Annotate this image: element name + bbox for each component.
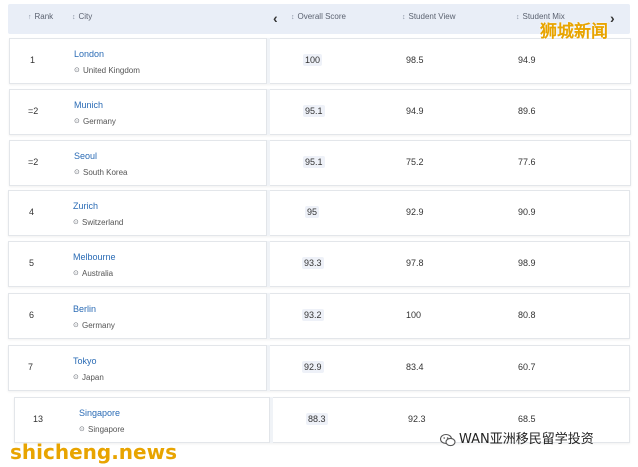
- rank-value: =2: [28, 106, 39, 116]
- location-pin-icon: ⊙: [73, 270, 79, 277]
- overall-score: 88.3: [306, 413, 328, 425]
- student-view-score: 92.3: [408, 414, 426, 424]
- table-row: 5 Melbourne ⊙ Australia 93.3 97.8 98.9: [8, 241, 630, 287]
- country-label: Japan: [82, 373, 104, 382]
- city-link[interactable]: Tokyo: [73, 356, 97, 366]
- rank-value: 6: [29, 310, 35, 320]
- table-header: ↑ Rank ↕ City ‹ ↕ Overall Score ↕ Student Vi…: [8, 4, 630, 34]
- watermark-text: WAN亚洲移民留学投资: [459, 432, 594, 447]
- student-view-score: 100: [406, 310, 422, 320]
- location-pin-icon: ⊙: [74, 169, 80, 176]
- watermark-top: 狮城新闻: [540, 22, 608, 42]
- student-view-score: 94.9: [406, 106, 424, 116]
- student-view-score: 98.5: [406, 55, 424, 65]
- country-label: South Korea: [83, 168, 128, 177]
- overall-score: 95.1: [303, 105, 325, 117]
- location-pin-icon: ⊙: [73, 219, 79, 226]
- student-mix-score: 94.9: [518, 55, 536, 65]
- table-row: =2 Munich ⊙ Germany 95.1 94.9 89.6: [9, 89, 631, 135]
- sort-arrow-icon: ↕: [291, 14, 295, 21]
- location-pin-icon: ⊙: [74, 118, 80, 125]
- country-label: Germany: [83, 117, 116, 126]
- column-divider: [266, 89, 270, 135]
- sort-arrow-icon: ↑: [28, 14, 32, 21]
- wechat-icon: [440, 433, 456, 446]
- table-row: 1 London ⊙ United Kingdom 100 98.5 94.9: [9, 38, 631, 84]
- column-divider: [266, 345, 270, 391]
- country-label: Germany: [82, 321, 115, 330]
- overall-score: 93.2: [302, 309, 324, 321]
- student-mix-score: 60.7: [518, 362, 536, 372]
- table-row: 4 Zurich ⊙ Switzerland 95 92.9 90.9: [8, 190, 630, 236]
- column-header-rank[interactable]: ↑ Rank: [28, 12, 53, 21]
- rank-value: 1: [30, 55, 36, 65]
- student-view-score: 97.8: [406, 258, 424, 268]
- table-row: =2 Seoul ⊙ South Korea 95.1 75.2 77.6: [9, 140, 631, 186]
- table-row: 6 Berlin ⊙ Germany 93.2 100 80.8: [8, 293, 630, 339]
- column-header-student-view[interactable]: ↕ Student View: [402, 12, 456, 21]
- city-link[interactable]: Zurich: [73, 201, 98, 211]
- city-link[interactable]: Singapore: [79, 408, 120, 418]
- overall-score: 95: [305, 206, 320, 218]
- column-header-city[interactable]: ↕ City: [72, 12, 92, 21]
- column-header-overall-score[interactable]: ↕ Overall Score: [291, 12, 346, 21]
- column-divider: [266, 241, 270, 287]
- column-divider: [266, 140, 270, 186]
- watermark-bottom-left: shicheng.news: [10, 440, 177, 464]
- overall-score: 92.9: [302, 361, 324, 373]
- column-divider: [269, 397, 273, 443]
- rank-value: 7: [28, 362, 34, 372]
- watermark-bottom-right: WAN亚洲移民留学投资: [440, 428, 594, 447]
- city-link[interactable]: Munich: [74, 100, 103, 110]
- rank-value: 5: [29, 258, 35, 268]
- country-label: Singapore: [88, 425, 125, 434]
- student-view-score: 92.9: [406, 207, 424, 217]
- table-row: 7 Tokyo ⊙ Japan 92.9 83.4 60.7: [8, 345, 630, 391]
- student-mix-score: 90.9: [518, 207, 536, 217]
- column-divider: [266, 190, 270, 236]
- column-divider: [266, 38, 270, 84]
- location-pin-icon: ⊙: [73, 322, 79, 329]
- student-mix-score: 89.6: [518, 106, 536, 116]
- overall-score: 93.3: [302, 257, 324, 269]
- student-mix-score: 77.6: [518, 157, 536, 167]
- location-pin-icon: ⊙: [79, 426, 85, 433]
- sort-arrow-icon: ↕: [516, 14, 520, 21]
- student-mix-score: 98.9: [518, 258, 536, 268]
- location-pin-icon: ⊙: [74, 67, 80, 74]
- rank-value: 4: [29, 207, 35, 217]
- student-mix-score: 68.5: [518, 414, 536, 424]
- chevron-right-icon[interactable]: ›: [610, 10, 615, 26]
- student-view-score: 83.4: [406, 362, 424, 372]
- city-link[interactable]: Seoul: [74, 151, 97, 161]
- country-label: United Kingdom: [83, 66, 140, 75]
- overall-score: 100: [303, 54, 323, 66]
- overall-score: 95.1: [303, 156, 325, 168]
- student-mix-score: 80.8: [518, 310, 536, 320]
- student-view-score: 75.2: [406, 157, 424, 167]
- sort-arrow-icon: ↕: [72, 14, 76, 21]
- sort-arrow-icon: ↕: [402, 14, 406, 21]
- city-link[interactable]: London: [74, 49, 104, 59]
- country-label: Australia: [82, 269, 114, 278]
- country-label: Switzerland: [82, 218, 124, 227]
- city-link[interactable]: Melbourne: [73, 252, 116, 262]
- location-pin-icon: ⊙: [73, 374, 79, 381]
- rank-value: =2: [28, 157, 39, 167]
- chevron-left-icon[interactable]: ‹: [273, 10, 278, 26]
- city-link[interactable]: Berlin: [73, 304, 96, 314]
- column-divider: [266, 293, 270, 339]
- rank-value: 13: [33, 414, 44, 424]
